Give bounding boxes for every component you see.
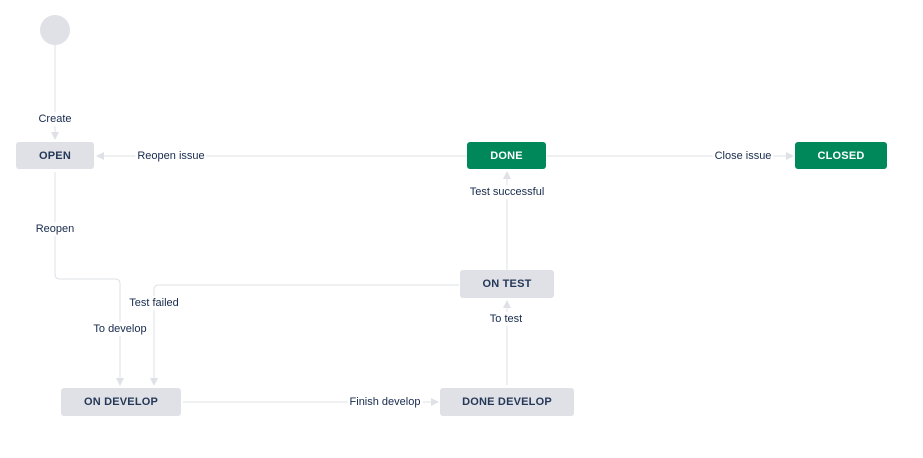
status-done[interactable]: DONE [467, 142, 546, 169]
status-on-test[interactable]: ON TEST [460, 270, 554, 298]
status-closed[interactable]: CLOSED [795, 142, 887, 169]
transition-label-finish-develop[interactable]: Finish develop [347, 395, 423, 409]
status-done-develop[interactable]: DONE DEVELOP [440, 388, 574, 416]
transition-label-reopen-issue[interactable]: Reopen issue [135, 149, 207, 163]
transition-label-test-failed[interactable]: Test failed [127, 296, 181, 310]
transition-label-create[interactable]: Create [36, 112, 74, 126]
workflow-start-node[interactable] [40, 15, 70, 45]
transition-label-to-develop[interactable]: To develop [91, 322, 149, 336]
transition-label-to-test[interactable]: To test [487, 312, 525, 326]
transition-line-reopen [54, 172, 124, 386]
status-on-develop[interactable]: ON DEVELOP [61, 388, 181, 416]
transition-label-reopen[interactable]: Reopen [33, 222, 77, 236]
status-open[interactable]: OPEN [16, 142, 94, 169]
transition-label-close-issue[interactable]: Close issue [712, 149, 774, 163]
transition-label-test-successful[interactable]: Test successful [467, 185, 547, 199]
transition-line-test-failed [150, 284, 459, 386]
